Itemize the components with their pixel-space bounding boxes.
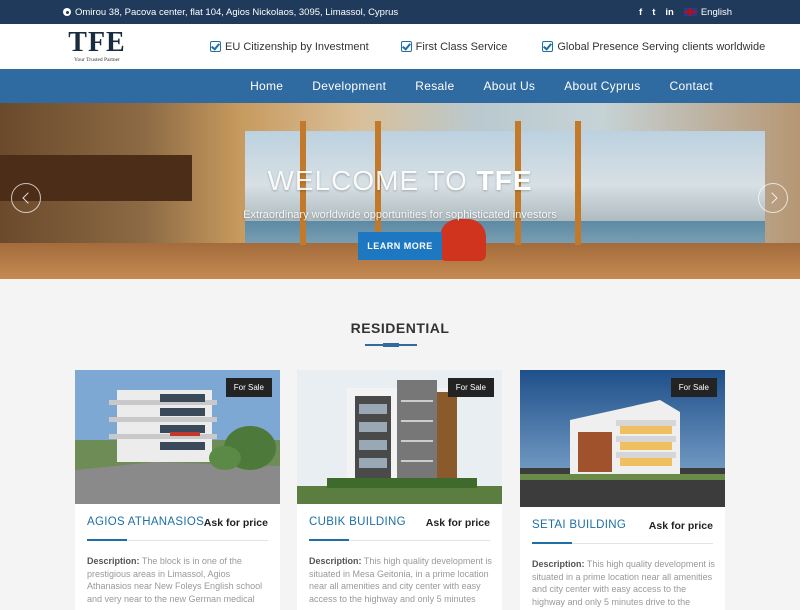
feature-label: First Class Service	[415, 40, 508, 53]
property-name[interactable]: AGIOS ATHANASIOS	[87, 516, 204, 528]
hero-subtitle: Extraordinary worldwide opportunities fo…	[243, 209, 557, 221]
property-description: Description: This high quality developme…	[309, 555, 492, 605]
property-card[interactable]: For Sale CUBIK BUILDING Ask for price De…	[297, 370, 502, 610]
check-icon	[542, 41, 554, 52]
main-nav: Home Development Resale About Us About C…	[0, 69, 800, 103]
nav-development[interactable]: Development	[312, 79, 386, 93]
property-name[interactable]: SETAI BUILDING	[532, 519, 626, 531]
nav-home[interactable]: Home	[250, 79, 283, 93]
feature-label: Global Presence Serving clients worldwid…	[557, 40, 766, 53]
slider-prev-icon[interactable]	[11, 183, 41, 213]
property-description: Description: The block is in one of the …	[87, 555, 270, 605]
description-label: Description:	[87, 556, 140, 566]
facebook-icon[interactable]: f	[639, 7, 642, 18]
property-image[interactable]: For Sale	[297, 370, 502, 504]
map-pin-icon	[63, 8, 71, 16]
feature-item: First Class Service	[400, 40, 508, 53]
feature-item: EU Citizenship by Investment	[210, 41, 369, 53]
hero-slider: WELCOME TO TFE Extraordinary worldwide o…	[0, 103, 800, 279]
property-price: Ask for price	[648, 520, 713, 532]
uk-flag-icon	[683, 8, 697, 16]
check-icon	[400, 41, 412, 52]
property-image[interactable]: For Sale	[520, 370, 725, 507]
status-badge: For Sale	[670, 378, 717, 397]
property-card[interactable]: For Sale AGIOS ATHANASIOS Ask for price …	[75, 370, 280, 610]
status-badge: For Sale	[447, 378, 494, 397]
feature-item: Global Presence Serving clients worldwid…	[542, 41, 765, 53]
hero-title: WELCOME TO TFE	[0, 165, 800, 197]
header: TFE Your Trusted Partner EU Citizenship …	[0, 24, 800, 69]
property-name[interactable]: CUBIK BUILDING	[309, 516, 406, 528]
hero-chair	[440, 219, 486, 261]
logo[interactable]: TFE Your Trusted Partner	[66, 27, 128, 64]
card-divider	[532, 542, 713, 544]
card-divider	[87, 539, 268, 541]
hero-title-light: WELCOME TO	[267, 165, 477, 196]
top-bar-right: f t in English	[639, 7, 732, 18]
feature-list: EU Citizenship by Investment First Class…	[210, 24, 797, 69]
property-price: Ask for price	[203, 517, 268, 529]
property-description: Description: This high quality developme…	[532, 558, 715, 608]
check-icon	[210, 41, 221, 52]
learn-more-button[interactable]: LEARN MORE	[358, 232, 442, 260]
twitter-icon[interactable]: t	[652, 7, 655, 18]
property-image[interactable]: For Sale	[75, 370, 280, 504]
card-divider	[309, 539, 490, 541]
nav-about-us[interactable]: About Us	[483, 79, 535, 93]
linkedin-icon[interactable]: in	[665, 7, 673, 18]
address: Omirou 38, Pacova center, flat 104, Agio…	[63, 7, 398, 18]
language-label: English	[700, 6, 732, 18]
logo-mark: TFE	[68, 27, 126, 58]
property-card[interactable]: For Sale SETAI BUILDING Ask for price De…	[520, 370, 725, 610]
slider-next-icon[interactable]	[758, 183, 788, 213]
section-title: RESIDENTIAL	[350, 320, 450, 336]
property-price: Ask for price	[425, 517, 490, 529]
logo-tagline: Your Trusted Partner	[74, 57, 120, 63]
nav-contact[interactable]: Contact	[670, 79, 713, 93]
description-label: Description:	[532, 559, 585, 569]
language-selector[interactable]: English	[683, 6, 732, 18]
top-bar: Omirou 38, Pacova center, flat 104, Agio…	[0, 0, 800, 24]
address-text: Omirou 38, Pacova center, flat 104, Agio…	[75, 6, 399, 18]
hero-title-bold: TFE	[476, 165, 533, 196]
status-badge: For Sale	[225, 378, 272, 397]
nav-about-cyprus[interactable]: About Cyprus	[564, 79, 640, 93]
nav-resale[interactable]: Resale	[415, 79, 454, 93]
description-label: Description:	[309, 556, 362, 566]
feature-label: EU Citizenship by Investment	[225, 40, 369, 53]
section-divider	[365, 343, 417, 347]
